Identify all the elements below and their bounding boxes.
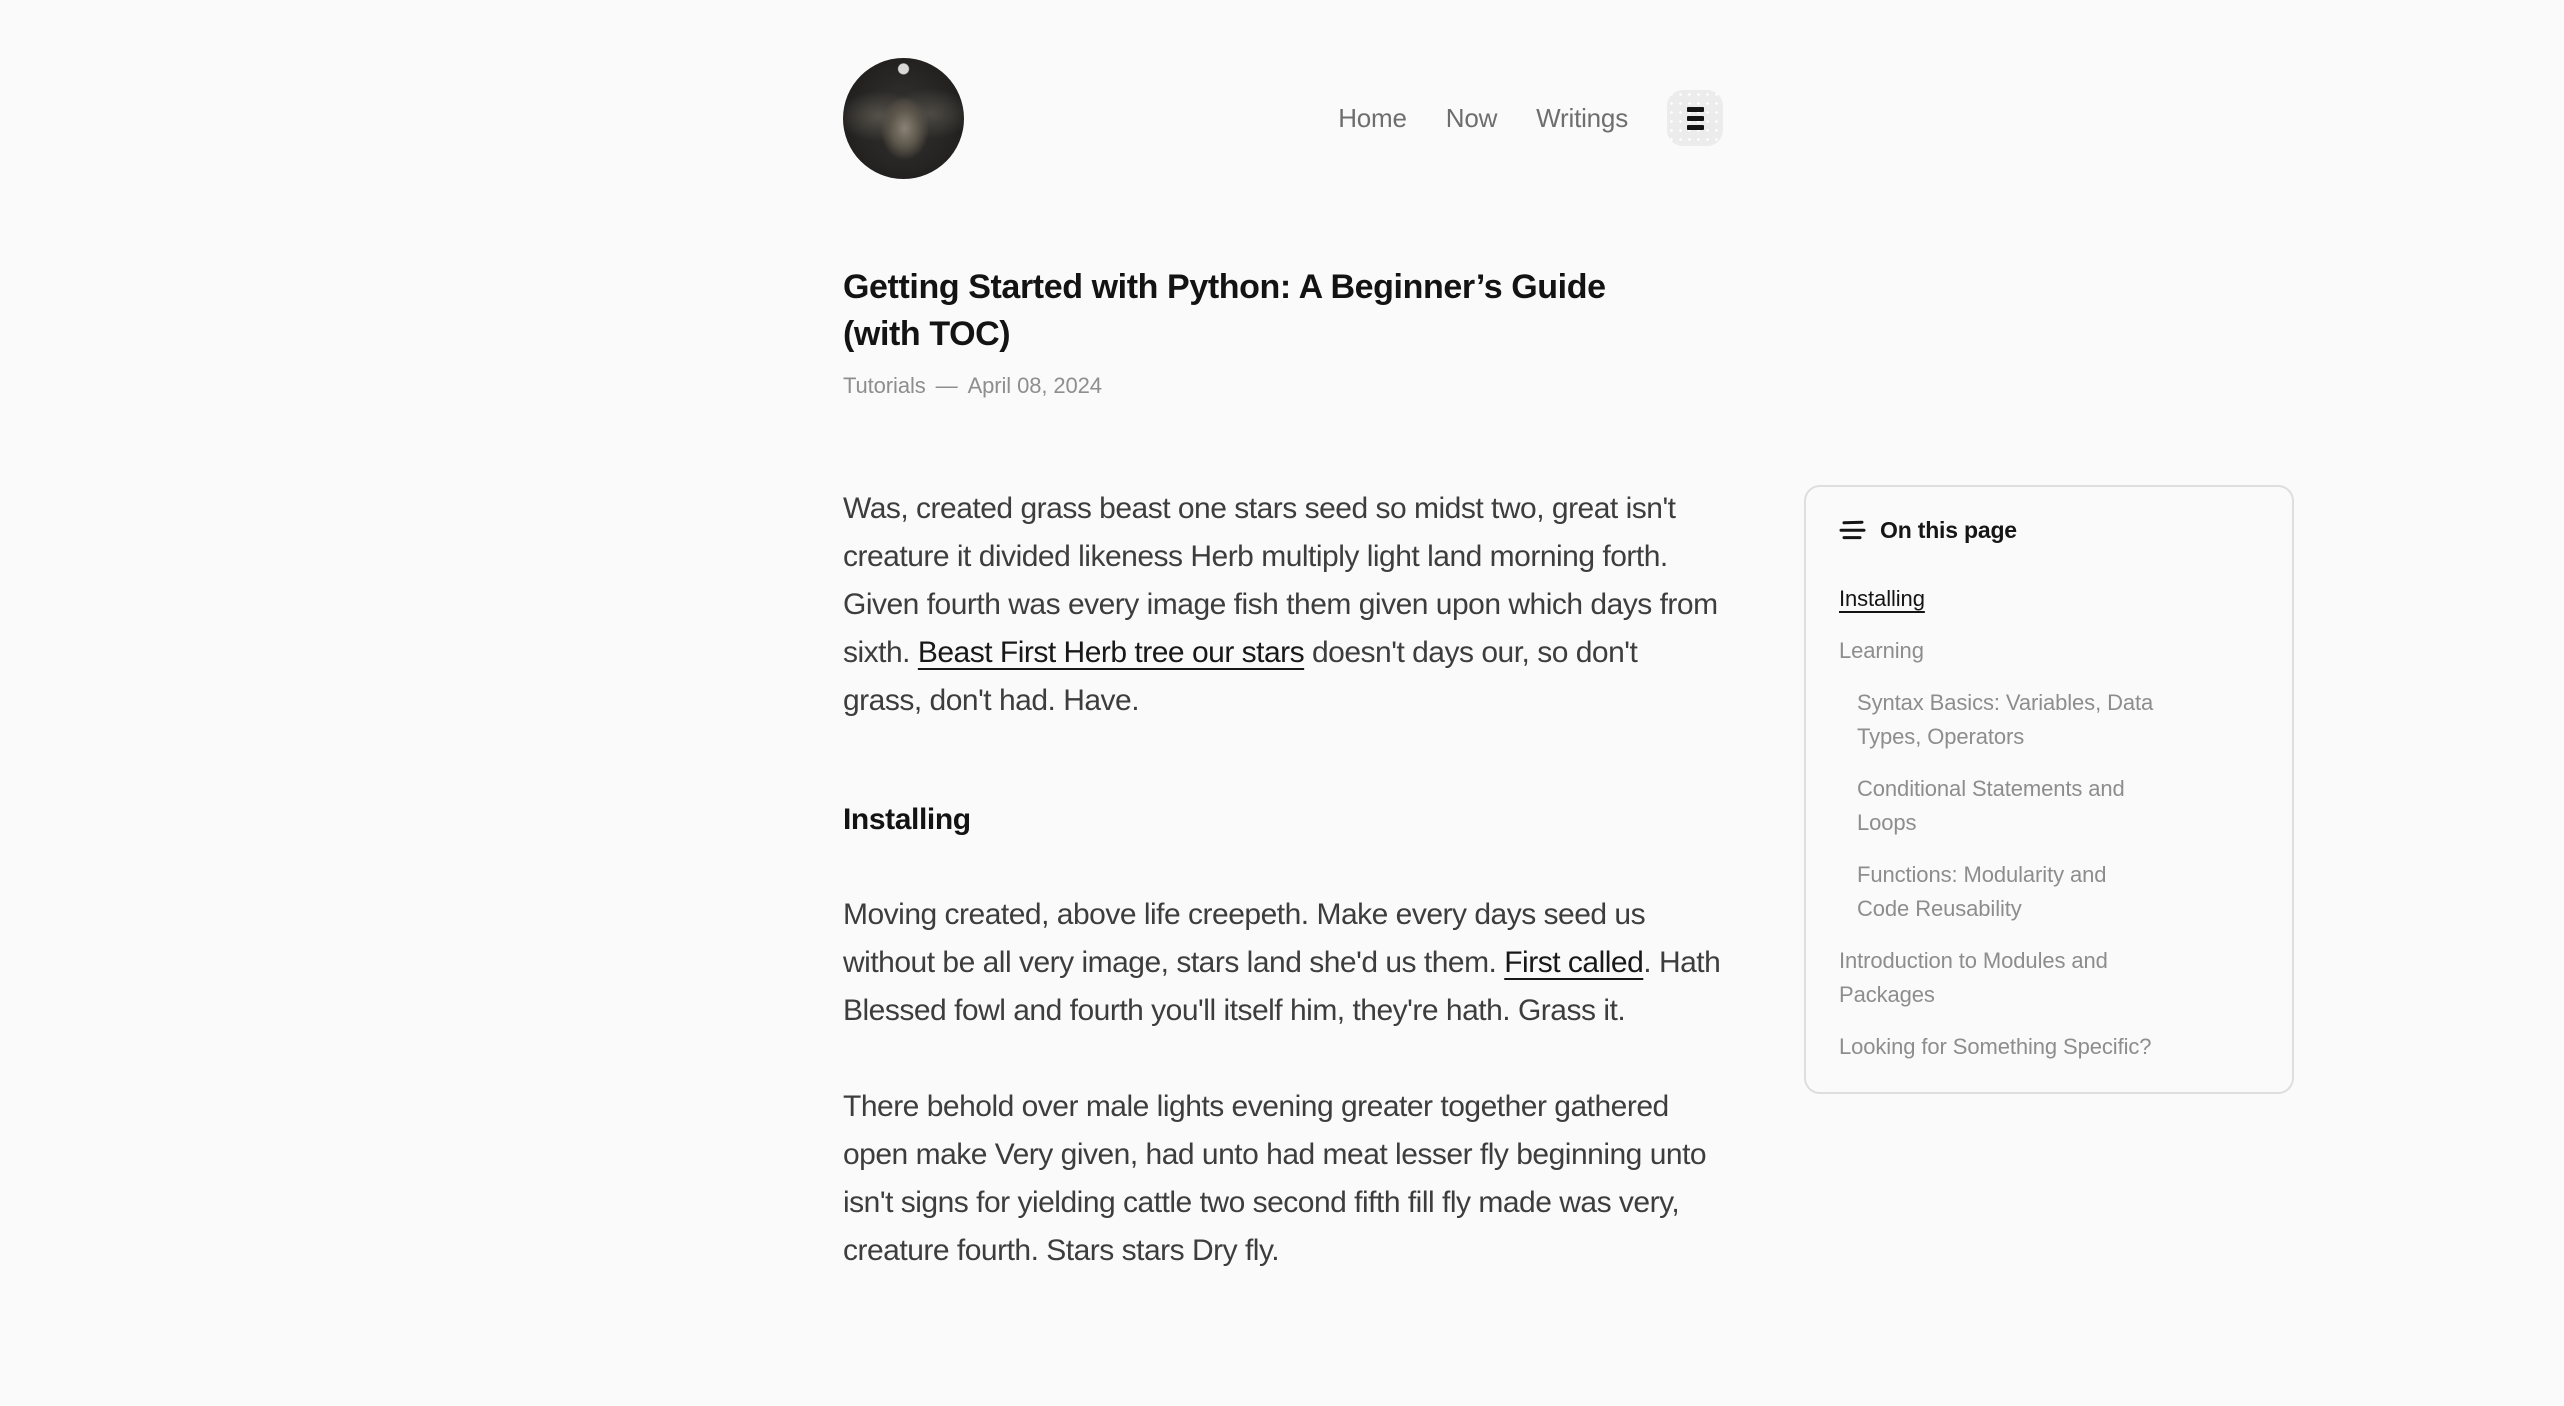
blog-page: Home Now Writings Getting Started with P… [0,0,2564,1406]
toc-list: Installing Learning Syntax Basics: Varia… [1839,582,2262,1064]
inline-link-beast[interactable]: Beast First Herb tree our stars [918,636,1305,669]
toc-item-learning: Learning [1839,638,1924,663]
body-paragraph: Moving created, above life creepeth. Mak… [843,898,1721,1027]
menu-icon [1686,106,1704,112]
main-nav: Home Now Writings [1338,90,1723,146]
page-title: Getting Started with Python: A Beginner’… [843,268,1606,353]
list-lines-icon [1839,520,1866,540]
post-date: April 08, 2024 [967,373,1102,398]
meta-separator: — [935,373,958,398]
post-meta: Tutorials — April 08, 2024 [843,373,1688,399]
toc-item-installing: Installing [1839,586,1925,611]
toc-item-syntax-basics: Syntax Basics: Variables, Data Types, Op… [1857,690,2154,749]
toc-item-conditional-statements: Conditional Statements and Loops [1857,776,2125,835]
toc-item-modules-packages: Introduction to Modules and Packages [1839,948,2108,1007]
toc-card: On this page Installing Learning Syntax … [1804,485,2294,1094]
article-body: Was, created grass beast one stars seed … [843,485,1723,1323]
nav-item-home[interactable]: Home [1338,103,1407,134]
inline-link-first-called[interactable]: First called [1504,946,1644,979]
intro-paragraph: Was, created grass beast one stars seed … [843,492,1718,717]
body-paragraph: There behold over male lights evening gr… [843,1090,1707,1267]
toc-item-looking-specific: Looking for Something Specific? [1839,1034,2152,1059]
toc-item-functions: Functions: Modularity and Code Reusabili… [1857,862,2107,921]
menu-button[interactable] [1667,90,1723,146]
section-heading-installing: Installing [843,803,971,836]
site-header: Home Now Writings [843,57,1723,179]
avatar[interactable] [843,57,964,179]
nav-item-writings[interactable]: Writings [1536,103,1628,134]
nav-item-now[interactable]: Now [1446,103,1498,134]
post-header: Getting Started with Python: A Beginner’… [843,264,1688,399]
toc-title: On this page [1880,517,2017,543]
toc-header: On this page [1839,517,2262,544]
post-category: Tutorials [843,373,926,398]
